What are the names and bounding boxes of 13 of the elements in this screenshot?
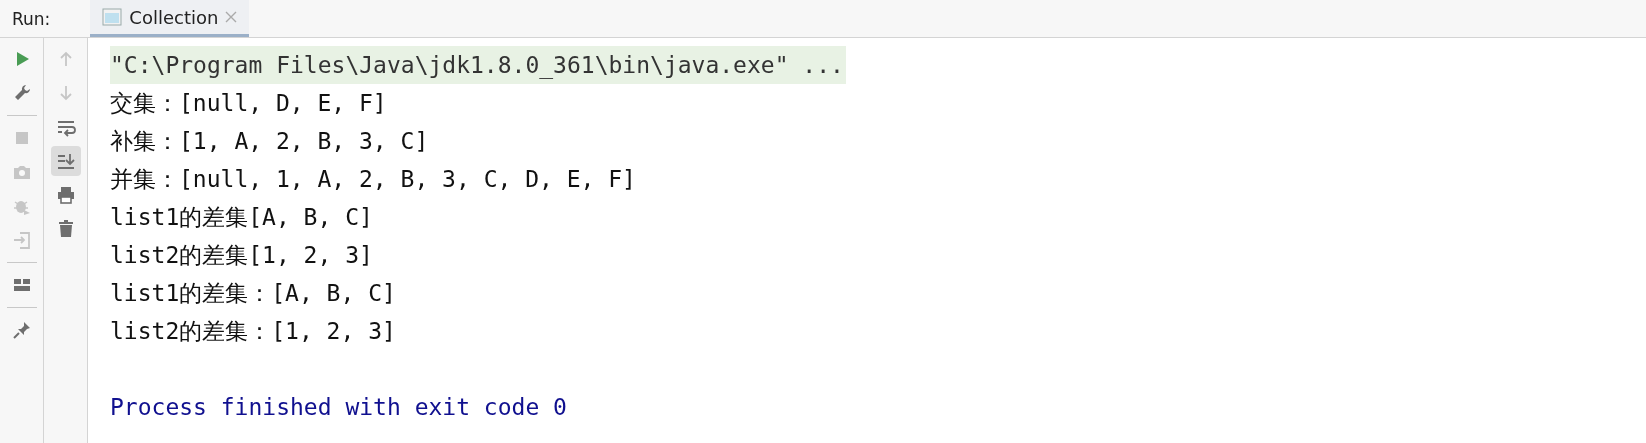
run-tab[interactable]: Collection [90,0,250,37]
output-line: list2的差集[1, 2, 3] [110,242,373,268]
close-icon[interactable] [225,11,238,23]
output-line: list1的差集[A, B, C] [110,204,373,230]
output-line: 交集：[null, D, E, F] [110,90,387,116]
output-line: 补集：[1, A, 2, B, 3, C] [110,128,429,154]
output-line: list1的差集：[A, B, C] [110,280,396,306]
output-line: list2的差集：[1, 2, 3] [110,318,396,344]
run-label: Run: [11,8,52,31]
scroll-to-end-icon[interactable] [50,146,81,176]
window-icon [102,8,123,26]
exit-message: Process finished with exit code 0 [110,394,567,420]
output-line: 并集：[null, 1, A, 2, B, 3, C, D, E, F] [110,166,636,192]
